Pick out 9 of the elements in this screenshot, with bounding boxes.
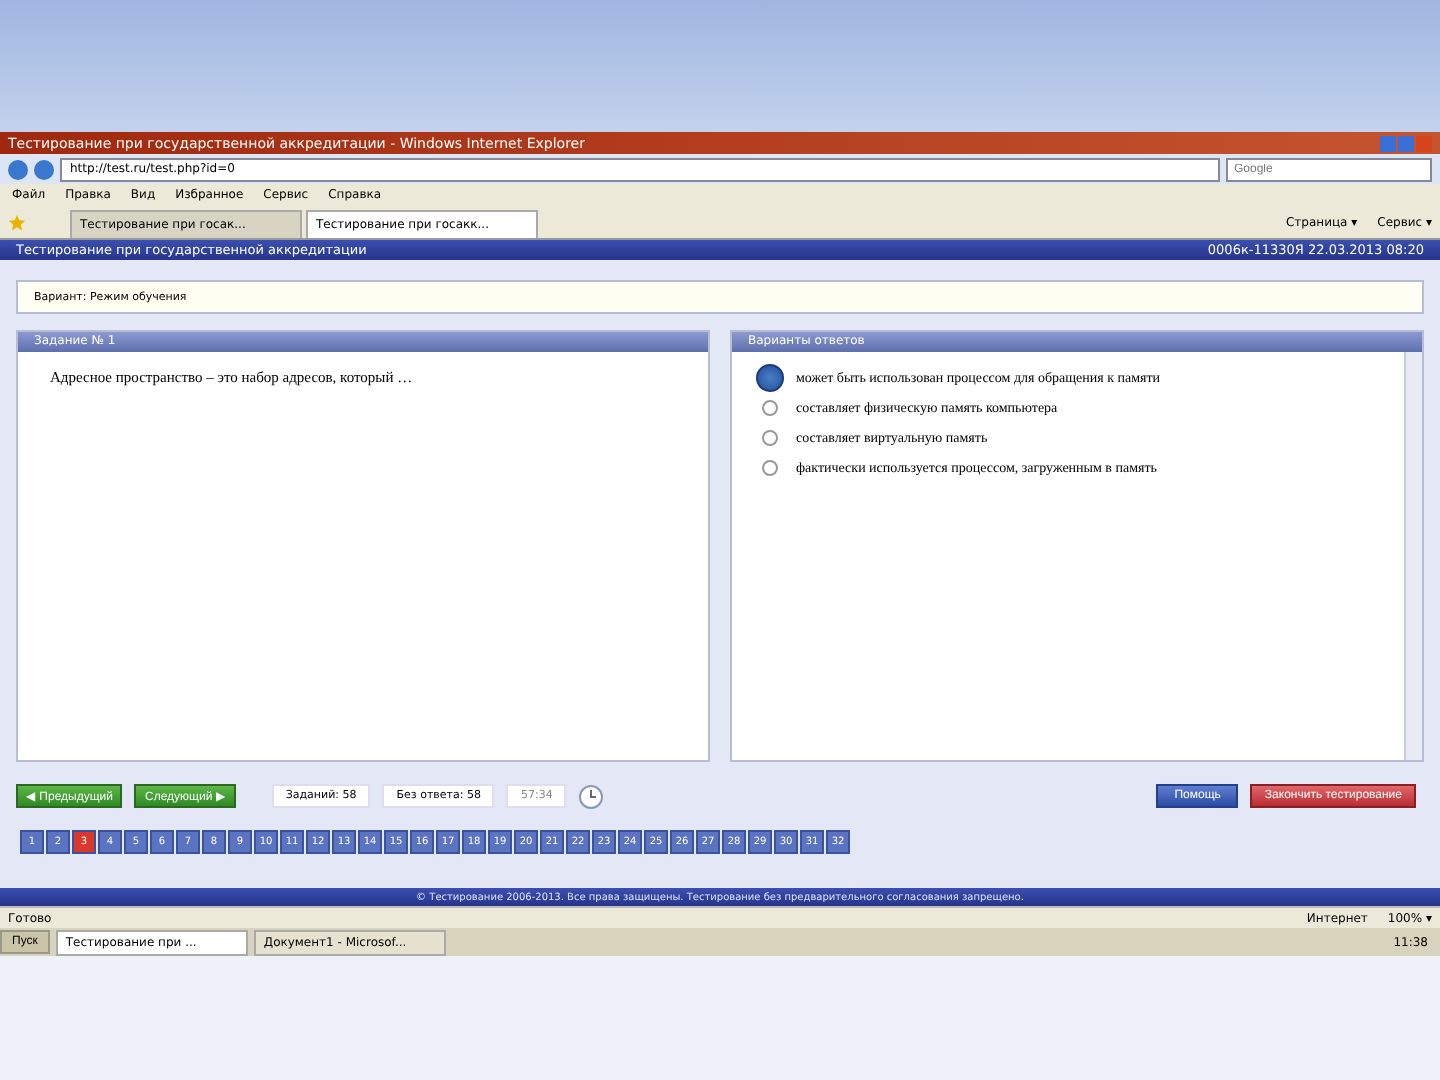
radio-button[interactable]: [762, 460, 778, 476]
radio-button[interactable]: [756, 364, 784, 392]
star-icon[interactable]: [8, 213, 26, 231]
scrollbar[interactable]: [1404, 352, 1422, 760]
radio-button[interactable]: [762, 430, 778, 446]
radio-button[interactable]: [762, 400, 778, 416]
clock-icon: [578, 783, 605, 809]
back-button[interactable]: [8, 159, 28, 179]
forward-button[interactable]: [34, 159, 54, 179]
